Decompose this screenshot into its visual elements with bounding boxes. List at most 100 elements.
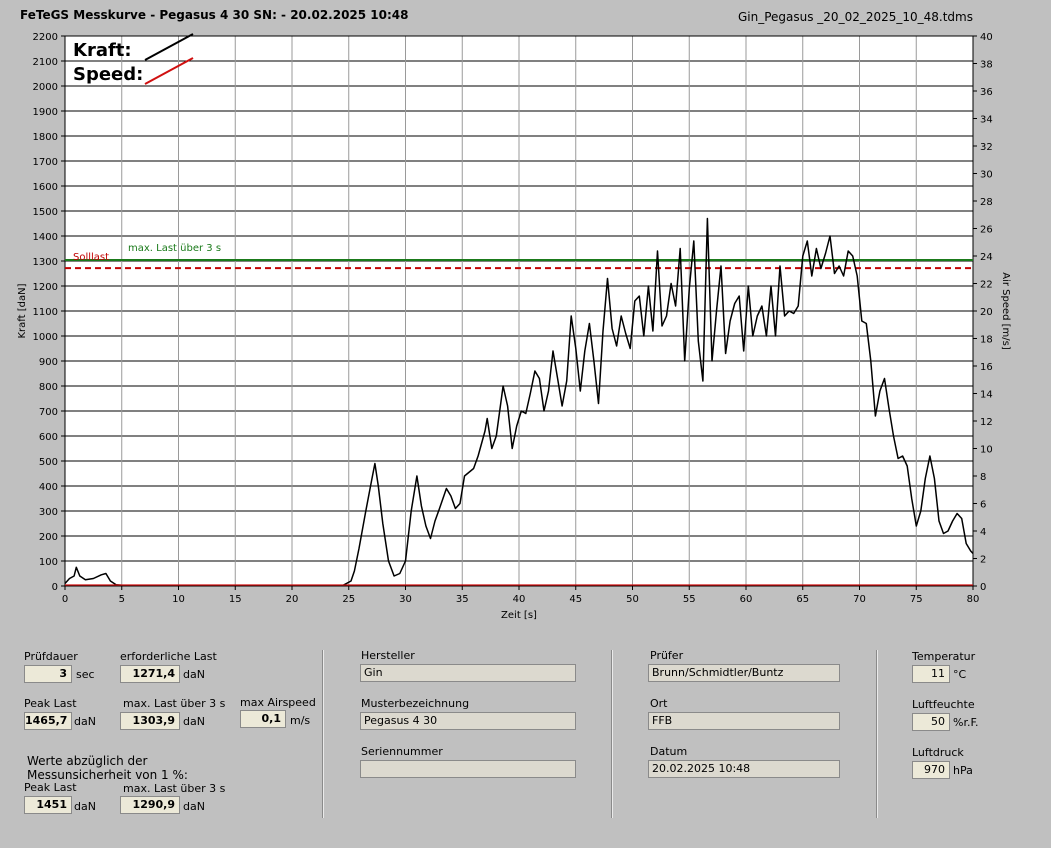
y-tick-label: 1700 bbox=[33, 157, 58, 168]
datum-field: 20.02.2025 10:48 bbox=[648, 760, 840, 778]
x-tick-label: 35 bbox=[456, 594, 469, 605]
ort-field: FFB bbox=[648, 712, 840, 730]
max-airspeed-label: max Airspeed bbox=[240, 696, 316, 709]
separator bbox=[876, 650, 878, 818]
max-airspeed-field: 0,1 bbox=[240, 710, 286, 728]
werte-label-2: Messunsicherheit von 1 %: bbox=[27, 768, 188, 782]
y2-tick-label: 26 bbox=[980, 225, 993, 236]
max-airspeed-unit: m/s bbox=[290, 714, 311, 727]
peak-last2-unit: daN bbox=[74, 800, 96, 813]
y-tick-label: 1800 bbox=[33, 132, 58, 143]
y2-tick-label: 22 bbox=[980, 280, 993, 291]
y-tick-label: 700 bbox=[39, 407, 58, 418]
ort-label: Ort bbox=[650, 697, 668, 710]
datum-label: Datum bbox=[650, 745, 688, 758]
separator bbox=[322, 650, 324, 818]
serien-field bbox=[360, 760, 576, 778]
druck-unit: hPa bbox=[953, 764, 973, 777]
y-tick-label: 0 bbox=[52, 582, 58, 593]
hersteller-field: Gin bbox=[360, 664, 576, 682]
max-last2-unit: daN bbox=[183, 800, 205, 813]
x-tick-label: 10 bbox=[172, 594, 185, 605]
peak-last2-field: 1451 bbox=[24, 796, 72, 814]
y-tick-label: 500 bbox=[39, 457, 58, 468]
y2-tick-label: 24 bbox=[980, 252, 993, 263]
muster-field: Pegasus 4 30 bbox=[360, 712, 576, 730]
y-tick-label: 1100 bbox=[33, 307, 58, 318]
druck-label: Luftdruck bbox=[912, 746, 964, 759]
peak-last-unit: daN bbox=[74, 715, 96, 728]
y2-tick-label: 16 bbox=[980, 362, 993, 373]
max-last-label: max. Last über 3 s bbox=[123, 697, 226, 710]
separator bbox=[611, 650, 613, 818]
x-tick-label: 5 bbox=[119, 594, 125, 605]
y2-tick-label: 8 bbox=[980, 472, 986, 483]
werte-label-1: Werte abzüglich der bbox=[27, 754, 148, 768]
x-tick-label: 50 bbox=[626, 594, 639, 605]
y2-tick-label: 18 bbox=[980, 335, 993, 346]
y-tick-label: 400 bbox=[39, 482, 58, 493]
y2-tick-label: 40 bbox=[980, 32, 993, 43]
y-tick-label: 100 bbox=[39, 557, 58, 568]
y2-tick-label: 20 bbox=[980, 307, 993, 318]
y2-tick-label: 2 bbox=[980, 555, 986, 566]
y2-tick-label: 34 bbox=[980, 115, 993, 126]
y2-tick-label: 28 bbox=[980, 197, 993, 208]
x-tick-label: 80 bbox=[967, 594, 980, 605]
y2-tick-label: 0 bbox=[980, 582, 986, 593]
y-tick-label: 600 bbox=[39, 432, 58, 443]
pruefdauer-label: Prüfdauer bbox=[24, 650, 78, 663]
y2-tick-label: 6 bbox=[980, 500, 986, 511]
y-tick-label: 1900 bbox=[33, 107, 58, 118]
max-last-unit: daN bbox=[183, 715, 205, 728]
sollast-label: Solllast bbox=[73, 252, 109, 263]
temp-field: 11 bbox=[912, 665, 950, 683]
peak-last-label: Peak Last bbox=[24, 697, 77, 710]
y-tick-label: 1600 bbox=[33, 182, 58, 193]
pruefdauer-unit: sec bbox=[76, 668, 95, 681]
erf-last-label: erforderliche Last bbox=[120, 650, 217, 663]
y-tick-label: 1300 bbox=[33, 257, 58, 268]
pruefdauer-field: 3 bbox=[24, 665, 72, 683]
x-tick-label: 55 bbox=[683, 594, 696, 605]
legend-label: Kraft: bbox=[73, 40, 132, 61]
force-chart: 0100200300400500600700800900100011001200… bbox=[17, 32, 1011, 621]
legend-label: Speed: bbox=[73, 64, 143, 85]
x-tick-label: 65 bbox=[796, 594, 809, 605]
x-axis-label: Zeit [s] bbox=[501, 610, 537, 621]
pruefer-field: Brunn/Schmidtler/Buntz bbox=[648, 664, 840, 682]
y-tick-label: 2200 bbox=[33, 32, 58, 43]
y2-tick-label: 12 bbox=[980, 417, 993, 428]
y2-tick-label: 36 bbox=[980, 87, 993, 98]
y-tick-label: 800 bbox=[39, 382, 58, 393]
x-tick-label: 0 bbox=[62, 594, 68, 605]
y-tick-label: 300 bbox=[39, 507, 58, 518]
x-tick-label: 45 bbox=[569, 594, 582, 605]
y-tick-label: 1200 bbox=[33, 282, 58, 293]
y-tick-label: 900 bbox=[39, 357, 58, 368]
x-tick-label: 60 bbox=[740, 594, 753, 605]
max-last-field: 1303,9 bbox=[120, 712, 180, 730]
x-tick-label: 75 bbox=[910, 594, 923, 605]
x-tick-label: 25 bbox=[342, 594, 355, 605]
temp-unit: °C bbox=[953, 668, 967, 681]
y2-tick-label: 14 bbox=[980, 390, 993, 401]
max-last2-field: 1290,9 bbox=[120, 796, 180, 814]
y-tick-label: 2100 bbox=[33, 57, 58, 68]
erf-last-field: 1271,4 bbox=[120, 665, 180, 683]
hersteller-label: Hersteller bbox=[361, 649, 415, 662]
x-tick-label: 20 bbox=[286, 594, 299, 605]
erf-last-unit: daN bbox=[183, 668, 205, 681]
x-tick-label: 70 bbox=[853, 594, 866, 605]
y2-tick-label: 38 bbox=[980, 60, 993, 71]
peak-last2-label: Peak Last bbox=[24, 781, 77, 794]
x-tick-label: 30 bbox=[399, 594, 412, 605]
feuchte-field: 50 bbox=[912, 713, 950, 731]
y2-tick-label: 4 bbox=[980, 527, 986, 538]
feuchte-unit: %r.F. bbox=[953, 716, 979, 729]
y2-tick-label: 10 bbox=[980, 445, 993, 456]
muster-label: Musterbezeichnung bbox=[361, 697, 470, 710]
peak-last-field: 1465,7 bbox=[24, 712, 72, 730]
druck-field: 970 bbox=[912, 761, 950, 779]
feuchte-label: Luftfeuchte bbox=[912, 698, 975, 711]
